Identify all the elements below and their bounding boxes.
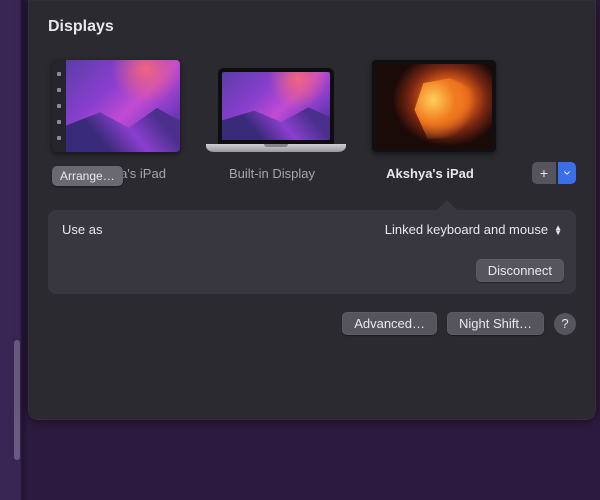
chevron-down-icon <box>564 168 570 178</box>
display-label: Built-in Display <box>229 166 315 181</box>
sidebar-sliver <box>0 0 28 500</box>
add-display-group: + <box>532 162 576 184</box>
updown-icon: ▲▼ <box>554 225 562 235</box>
display-item-builtin[interactable] <box>206 68 346 152</box>
night-shift-button[interactable]: Night Shift… <box>447 312 544 335</box>
sidebar-scrollbar[interactable] <box>14 340 20 460</box>
display-thumbnail <box>52 60 180 152</box>
display-thumbnails-row <box>48 60 576 152</box>
display-labels-row: Arrange… a's iPad Built-in Display Akshy… <box>48 162 576 184</box>
displays-panel: Displays Arrange… a' <box>28 0 596 420</box>
add-display-button[interactable]: + <box>532 162 556 184</box>
use-as-value: Linked keyboard and mouse <box>385 222 548 237</box>
display-item-ipad-sidecar[interactable] <box>52 60 180 152</box>
display-thumbnail <box>206 68 346 152</box>
wallpaper-preview <box>222 72 330 140</box>
display-label-selected: Akshya's iPad <box>386 166 474 181</box>
display-item-ipad-linked[interactable] <box>372 60 496 152</box>
display-settings-block: Use as Linked keyboard and mouse ▲▼ Disc… <box>48 210 576 294</box>
footer-row: Advanced… Night Shift… ? <box>48 312 576 335</box>
wallpaper-preview <box>376 64 492 148</box>
use-as-row[interactable]: Use as Linked keyboard and mouse ▲▼ <box>48 210 576 249</box>
help-button[interactable]: ? <box>554 313 576 335</box>
advanced-button[interactable]: Advanced… <box>342 312 437 335</box>
sidecar-toolbar-icon <box>52 60 66 152</box>
wallpaper-preview <box>66 60 180 152</box>
arrange-button[interactable]: Arrange… <box>52 166 123 186</box>
display-thumbnail <box>372 60 496 152</box>
use-as-label: Use as <box>62 222 102 237</box>
use-as-value-select[interactable]: Linked keyboard and mouse ▲▼ <box>385 222 562 237</box>
page-title: Displays <box>48 18 576 36</box>
add-display-menu-button[interactable] <box>558 162 576 184</box>
disconnect-button[interactable]: Disconnect <box>476 259 564 282</box>
